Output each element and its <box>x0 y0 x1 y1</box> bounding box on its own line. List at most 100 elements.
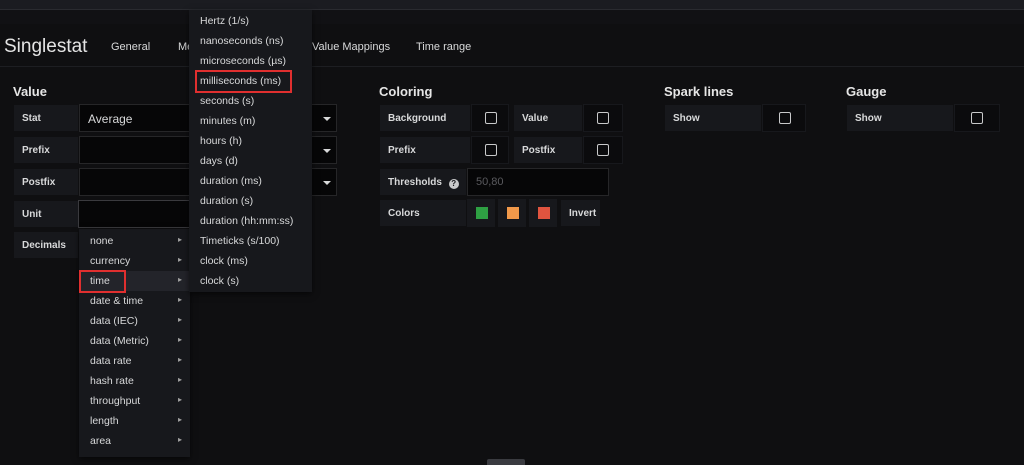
time-unit-timeticks-s-100[interactable]: Timeticks (s/100) <box>189 231 312 251</box>
tab-value-mappings[interactable]: Value Mappings <box>312 41 390 53</box>
color-postfix-checkbox[interactable] <box>597 144 609 156</box>
tabs-divider <box>0 66 1024 67</box>
color-swatch-ok[interactable] <box>476 207 488 219</box>
time-unit-hertz-1-s[interactable]: Hertz (1/s) <box>189 11 312 31</box>
unit-category-length[interactable]: length ▸ <box>79 411 190 431</box>
unit-input[interactable] <box>78 200 190 228</box>
unit-category-currency[interactable]: currency ▸ <box>79 251 190 271</box>
help-circle-icon[interactable]: ? <box>448 179 459 189</box>
stat-select-value: Average <box>88 112 133 126</box>
top-bar <box>0 0 1024 10</box>
color-prefix-checkbox[interactable] <box>485 144 497 156</box>
time-unit-days-d[interactable]: days (d) <box>189 151 312 171</box>
unit-category-hash-rate[interactable]: hash rate ▸ <box>79 371 190 391</box>
unit-category-date-time[interactable]: date & time ▸ <box>79 291 190 311</box>
unit-category-throughput[interactable]: throughput ▸ <box>79 391 190 411</box>
time-unit-label: clock (s) <box>200 275 240 287</box>
unit-category-label: throughput <box>90 395 141 407</box>
time-unit-clock-ms[interactable]: clock (ms) <box>189 251 312 271</box>
time-unit-label: clock (ms) <box>200 255 248 267</box>
time-unit-clock-s[interactable]: clock (s) <box>189 271 312 291</box>
unit-category-label: data (IEC) <box>90 315 138 327</box>
chevron-right-icon: ▸ <box>177 435 182 444</box>
thresholds-label: Thresholds ? <box>379 168 467 196</box>
unit-category-label: data rate <box>90 355 132 367</box>
invert-colors-button[interactable]: Invert <box>560 199 601 227</box>
time-unit-milliseconds-ms[interactable]: milliseconds (ms) <box>189 70 312 93</box>
resize-handle[interactable] <box>487 459 525 465</box>
tab-time-range[interactable]: Time range <box>416 41 471 53</box>
panel-type-title: Singlestat <box>4 36 88 57</box>
time-units-submenu: Hertz (1/s) nanoseconds (ns) microseconds … <box>189 10 312 292</box>
thresholds-placeholder: 50,80 <box>476 176 504 188</box>
time-unit-nanoseconds-ns[interactable]: nanoseconds (ns) <box>189 31 312 51</box>
chevron-right-icon: ▸ <box>177 355 182 364</box>
color-postfix-label: Postfix <box>513 136 583 164</box>
chevron-right-icon: ▸ <box>177 315 182 324</box>
color-value-checkbox[interactable] <box>597 112 609 124</box>
unit-category-data-iec[interactable]: data (IEC) ▸ <box>79 311 190 331</box>
color-value-label: Value <box>513 104 583 132</box>
time-unit-label: microseconds (µs) <box>200 55 286 67</box>
time-unit-label: seconds (s) <box>200 95 255 107</box>
gauge-show-checkbox[interactable] <box>971 112 983 124</box>
time-unit-label: nanoseconds (ns) <box>200 35 284 47</box>
postfix-chevron-down-icon <box>323 181 331 185</box>
unit-category-data-rate[interactable]: data rate ▸ <box>79 351 190 371</box>
color-postfix-checkbox-wrap <box>583 136 623 164</box>
color-swatch-warn-wrap <box>498 199 526 227</box>
color-swatch-crit-wrap <box>529 199 557 227</box>
time-unit-label: duration (hh:mm:ss) <box>200 215 294 227</box>
unit-category-label: hash rate <box>90 375 134 387</box>
value-section-title: Value <box>13 84 47 99</box>
time-unit-duration-ms[interactable]: duration (ms) <box>189 171 312 191</box>
time-unit-seconds-s[interactable]: seconds (s) <box>189 91 312 111</box>
color-swatch-crit[interactable] <box>538 207 550 219</box>
chevron-right-icon: ▸ <box>177 415 182 424</box>
unit-category-label: area <box>90 435 112 447</box>
tab-general[interactable]: General <box>111 41 150 53</box>
highlight-box <box>79 270 126 293</box>
time-unit-hours-h[interactable]: hours (h) <box>189 131 312 151</box>
colors-label: Colors <box>379 199 467 227</box>
gauge-checkbox-wrap <box>954 104 1000 132</box>
stat-label: Stat <box>13 104 79 132</box>
prefix-chevron-down-icon <box>323 149 331 153</box>
time-unit-duration-hh-mm-ss[interactable]: duration (hh:mm:ss) <box>189 211 312 231</box>
unit-category-label: data (Metric) <box>90 335 149 347</box>
unit-category-label: none <box>90 235 114 247</box>
color-value-checkbox-wrap <box>583 104 623 132</box>
color-swatch-warn[interactable] <box>507 207 519 219</box>
unit-category-data-metric[interactable]: data (Metric) ▸ <box>79 331 190 351</box>
unit-category-time[interactable]: time ▸ <box>79 270 190 293</box>
time-unit-label: Hertz (1/s) <box>200 15 250 27</box>
gauge-show-label: Show <box>846 104 954 132</box>
spark-lines-show-label: Show <box>664 104 762 132</box>
decimals-label: Decimals <box>13 231 79 259</box>
background-checkbox[interactable] <box>485 112 497 124</box>
chevron-right-icon: ▸ <box>177 235 182 244</box>
spark-lines-section-title: Spark lines <box>664 84 734 99</box>
gauge-section-title: Gauge <box>846 84 887 99</box>
time-unit-label: days (d) <box>200 155 238 167</box>
thresholds-input[interactable]: 50,80 <box>467 168 609 196</box>
postfix-label: Postfix <box>13 168 79 196</box>
spark-lines-show-checkbox[interactable] <box>779 112 791 124</box>
time-unit-label: Timeticks (s/100) <box>200 235 280 247</box>
color-swatch-ok-wrap <box>467 199 495 227</box>
prefix-label: Prefix <box>13 136 79 164</box>
unit-category-menu: none ▸ currency ▸ time ▸ date & time ▸ data (IEC… <box>79 229 190 457</box>
chevron-right-icon: ▸ <box>177 395 182 404</box>
time-unit-label: hours (h) <box>200 135 243 147</box>
unit-category-label: length <box>90 415 119 427</box>
time-unit-minutes-m[interactable]: minutes (m) <box>189 111 312 131</box>
unit-category-area[interactable]: area ▸ <box>79 431 190 451</box>
color-prefix-label: Prefix <box>379 136 471 164</box>
chevron-right-icon: ▸ <box>177 335 182 344</box>
chevron-right-icon: ▸ <box>177 255 182 264</box>
unit-category-none[interactable]: none ▸ <box>79 231 190 251</box>
coloring-section-title: Coloring <box>379 84 433 99</box>
time-unit-microseconds-s[interactable]: microseconds (µs) <box>189 51 312 71</box>
thresholds-label-text: Thresholds <box>388 177 442 188</box>
time-unit-duration-s[interactable]: duration (s) <box>189 191 312 211</box>
